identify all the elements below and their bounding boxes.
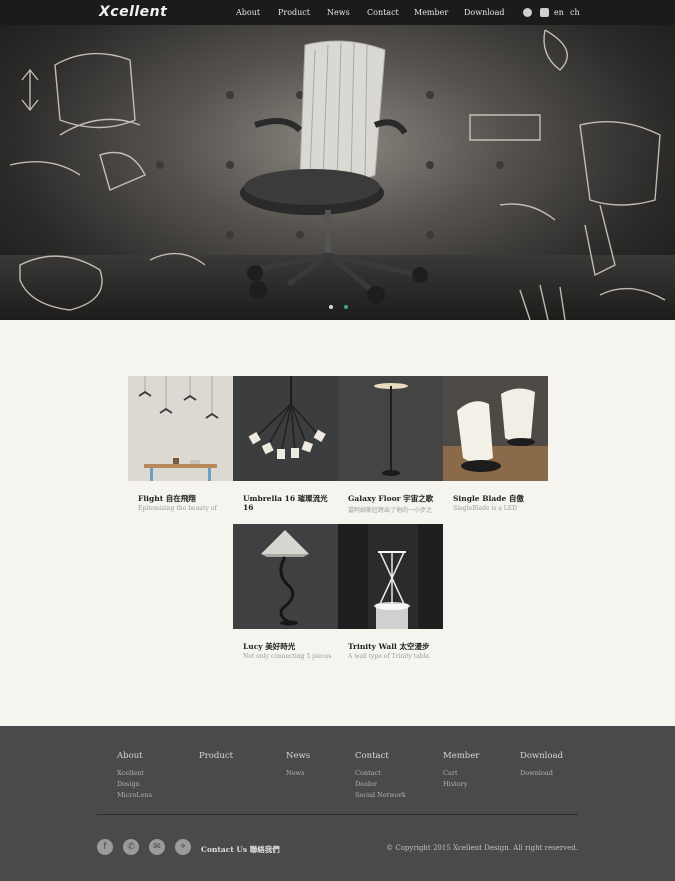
footer-heading[interactable]: Download: [520, 751, 563, 761]
product-image-umbrella[interactable]: [233, 376, 338, 481]
footer-heading[interactable]: Member: [443, 751, 479, 761]
footer-column-product: Product: [199, 751, 233, 768]
product-title[interactable]: Lucy 美好時光: [233, 642, 338, 651]
nav-news[interactable]: News: [327, 8, 350, 17]
product-card[interactable]: Single Blade 自傲 SingleBlade is a LED: [443, 376, 548, 512]
product-image-trinity-wall[interactable]: [338, 524, 443, 629]
nav-about[interactable]: About: [236, 8, 260, 17]
contact-us-link[interactable]: Contact Us 聯絡我們: [201, 844, 280, 855]
product-description: Epitomizing the beauty of: [138, 505, 217, 512]
user-icon[interactable]: [523, 8, 532, 17]
footer-heading[interactable]: News: [286, 751, 310, 761]
copyright: © Copyright 2015 Xcellent Design. All ri…: [386, 844, 578, 852]
footer-heading[interactable]: Product: [199, 751, 233, 761]
footer-link[interactable]: Xcellent: [117, 768, 152, 779]
top-navigation-bar: Xcellent About Product News Contact Memb…: [0, 0, 675, 25]
footer-column-news: News News: [286, 751, 310, 779]
footer-link[interactable]: Dealer: [355, 779, 406, 790]
product-title[interactable]: Umbrella 16 璀璨流光 16: [233, 494, 338, 512]
location-icon[interactable]: ⌖: [175, 839, 191, 855]
footer-column-download: Download Download: [520, 751, 563, 779]
product-card[interactable]: Lucy 美好時光 Not only connecting 5 pieces: [233, 524, 338, 660]
product-title[interactable]: Trinity Wall 太空漫步: [338, 642, 443, 651]
product-description: 當阿姆斯壯跨出了他的一小步之: [348, 507, 433, 514]
nav-product[interactable]: Product: [278, 8, 310, 17]
logo[interactable]: Xcellent: [99, 4, 167, 20]
product-title[interactable]: Flight 自在飛翔: [128, 494, 233, 503]
phone-icon[interactable]: ✆: [123, 839, 139, 855]
footer-heading[interactable]: Contact: [355, 751, 406, 761]
footer-link[interactable]: MicroLens: [117, 790, 152, 801]
product-card[interactable]: Galaxy Floor 宇宙之歌 當阿姆斯壯跨出了他的一小步之: [338, 376, 443, 514]
product-image-single-blade[interactable]: [443, 376, 548, 481]
slider-dot-1[interactable]: [329, 305, 333, 309]
hero-illustration: [9, 29, 666, 320]
language-ch[interactable]: ch: [570, 8, 580, 17]
slider-dot-2[interactable]: [344, 305, 348, 309]
footer-column-contact: Contact Contact Dealer Social Network: [355, 751, 406, 801]
footer-link[interactable]: Design: [117, 779, 152, 790]
product-description: A wall type of Trinity table.: [348, 653, 432, 660]
footer-column-member: Member Cart History: [443, 751, 479, 790]
footer-heading[interactable]: About: [117, 751, 152, 761]
facebook-icon[interactable]: f: [97, 839, 113, 855]
product-title[interactable]: Single Blade 自傲: [443, 494, 548, 503]
cart-icon[interactable]: [540, 8, 549, 17]
footer-divider: [97, 814, 578, 815]
product-image-lucy[interactable]: [233, 524, 338, 629]
footer-link[interactable]: News: [286, 768, 310, 779]
footer-link[interactable]: Contact: [355, 768, 406, 779]
nav-member[interactable]: Member: [414, 8, 448, 17]
product-card[interactable]: Trinity Wall 太空漫步 A wall type of Trinity…: [338, 524, 443, 660]
footer: About Xcellent Design MicroLens Product …: [0, 726, 675, 881]
product-title[interactable]: Galaxy Floor 宇宙之歌: [338, 494, 443, 503]
product-description: Not only connecting 5 pieces: [243, 653, 332, 660]
hero-banner: [0, 25, 675, 320]
footer-link[interactable]: Cart: [443, 768, 479, 779]
mail-icon[interactable]: ✉: [149, 839, 165, 855]
product-card[interactable]: Umbrella 16 璀璨流光 16: [233, 376, 338, 514]
product-image-galaxy-floor[interactable]: [338, 376, 443, 481]
language-en[interactable]: en: [554, 8, 564, 17]
footer-column-about: About Xcellent Design MicroLens: [117, 751, 152, 801]
footer-link[interactable]: History: [443, 779, 479, 790]
product-description: SingleBlade is a LED: [453, 505, 517, 512]
product-card[interactable]: Flight 自在飛翔 Epitomizing the beauty of: [128, 376, 233, 512]
nav-contact[interactable]: Contact: [367, 8, 399, 17]
nav-download[interactable]: Download: [464, 8, 505, 17]
product-image-flight[interactable]: [128, 376, 233, 481]
footer-link[interactable]: Social Network: [355, 790, 406, 801]
footer-link[interactable]: Download: [520, 768, 563, 779]
